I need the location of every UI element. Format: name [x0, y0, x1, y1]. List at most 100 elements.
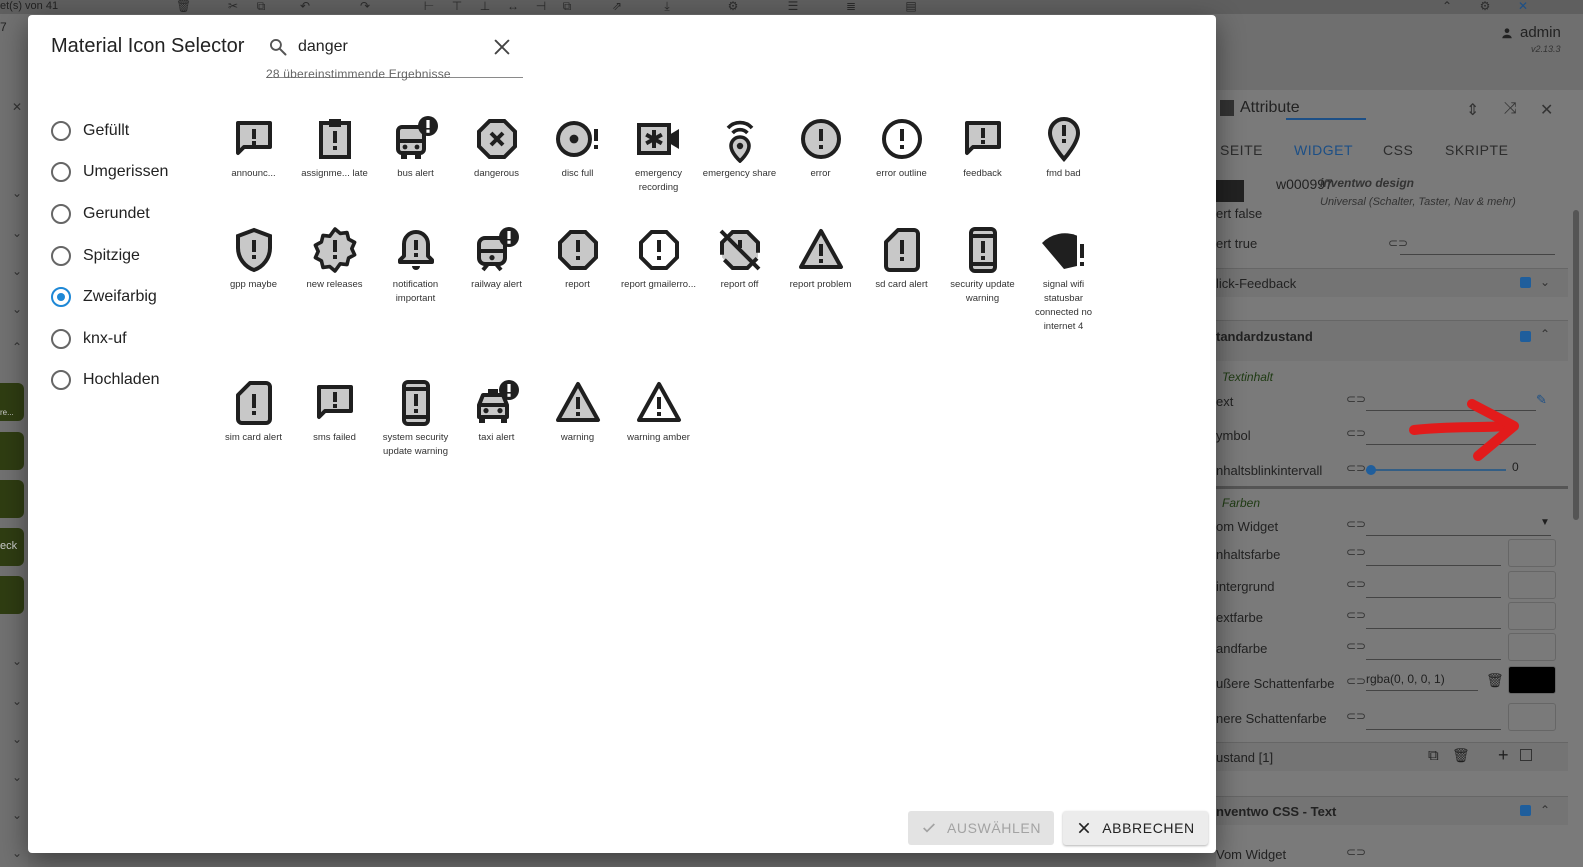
section-klick-feedback[interactable]: lick-Feedback [1216, 276, 1296, 291]
radio-knx-uf[interactable]: knx-uf [51, 318, 168, 360]
checkbox[interactable] [1520, 749, 1532, 761]
file-icon[interactable]: ▤ [904, 0, 918, 12]
tab-skripte[interactable]: SKRIPTE [1445, 142, 1508, 158]
icon-tile-fmd-bad[interactable]: fmd bad [1023, 115, 1104, 181]
chevron-down-icon[interactable]: ⌄ [12, 186, 22, 200]
radio-circle[interactable] [51, 245, 71, 266]
link-icon[interactable]: ⊂⊃ [1346, 639, 1366, 653]
aeussere-schattenfarbe-value[interactable]: rgba(0, 0, 0, 1) [1366, 672, 1445, 686]
icon-tile-error[interactable]: error [780, 115, 861, 181]
chevron-down-icon[interactable]: ⌄ [12, 226, 22, 240]
color-swatch[interactable] [1508, 666, 1556, 694]
icon-tile-dangerous[interactable]: dangerous [456, 115, 537, 181]
icon-tile-warning-amber[interactable]: warning amber [618, 379, 699, 445]
checkbox[interactable] [1520, 331, 1531, 342]
align-left-icon[interactable]: ⊢ [422, 0, 436, 12]
radio-gefuellt[interactable]: Gefüllt [51, 110, 168, 152]
radio-circle[interactable] [51, 203, 71, 224]
icon-tile-error-outline[interactable]: error outline [861, 115, 942, 181]
chevron-down-icon[interactable]: ⌄ [12, 770, 22, 784]
radio-circle[interactable] [51, 120, 71, 141]
link-icon[interactable]: ⊂⊃ [1346, 845, 1366, 859]
link-icon[interactable]: ⊂⊃ [1346, 674, 1366, 688]
chevron-up-icon[interactable]: ⌃ [1440, 0, 1454, 12]
clear-search-icon[interactable] [491, 36, 513, 58]
tab-css[interactable]: CSS [1383, 142, 1413, 158]
user-menu[interactable]: admin [1500, 24, 1561, 41]
align-right-icon[interactable]: ⊣ [534, 0, 548, 12]
add-icon[interactable]: + [1498, 745, 1509, 766]
radio-gerundet[interactable]: Gerundet [51, 193, 168, 235]
color-swatch[interactable] [1508, 571, 1556, 599]
delete-icon[interactable]: 🗑 [176, 0, 191, 12]
radio-circle[interactable] [51, 162, 71, 183]
radio-hochladen[interactable]: Hochladen [51, 360, 168, 402]
icon-tile-report-problem[interactable]: report problem [780, 226, 861, 292]
copy-icon[interactable]: ⧉ [254, 0, 268, 12]
slider-knob[interactable] [1366, 465, 1376, 475]
checkbox[interactable] [1520, 277, 1531, 288]
widget-swatch[interactable] [0, 432, 24, 470]
edit-icon[interactable]: ✎ [1536, 392, 1547, 408]
widget-swatch[interactable]: re... [0, 383, 24, 421]
input-textfarbe[interactable] [1366, 628, 1501, 629]
icon-tile-report[interactable]: report [537, 226, 618, 292]
group-icon[interactable]: ⧉ [560, 0, 574, 12]
icon-tile-report-gmailerrorred[interactable]: report gmailerro... [618, 226, 699, 292]
icon-tile-sim-card-alert[interactable]: sim card alert [213, 379, 294, 445]
collapse-icon[interactable]: ⤨ [1504, 100, 1517, 118]
chevron-down-icon[interactable]: ▼ [1540, 517, 1550, 528]
link-icon[interactable]: ⊂⊃ [1388, 236, 1408, 250]
copy-icon[interactable]: ⧉ [1428, 747, 1439, 764]
input-inhaltsfarbe[interactable] [1366, 565, 1501, 566]
icon-tile-railway-alert[interactable]: railway alert [456, 226, 537, 292]
radio-umgerissen[interactable]: Umgerissen [51, 152, 168, 194]
open-in-new-icon[interactable]: ⇗ [610, 0, 624, 12]
blinkintervall-slider[interactable] [1366, 469, 1506, 471]
widget-swatch[interactable] [0, 576, 24, 614]
align-top-icon[interactable]: ⊤ [450, 0, 464, 12]
list-icon[interactable]: ≣ [844, 0, 858, 12]
widget-swatch[interactable] [0, 480, 24, 518]
chevron-down-icon[interactable]: ⌄ [12, 732, 22, 746]
link-icon[interactable]: ⊂⊃ [1346, 426, 1366, 440]
distribute-icon[interactable]: ↔ [506, 0, 520, 12]
icon-tile-gpp-maybe[interactable]: gpp maybe [213, 226, 294, 292]
input-aeussere-schattenfarbe[interactable] [1366, 690, 1478, 691]
radio-circle[interactable] [51, 328, 71, 349]
redo-icon[interactable]: ↷ [358, 0, 372, 12]
section-standardzustand[interactable]: tandardzustand [1216, 329, 1313, 344]
icon-tile-emergency-share[interactable]: emergency share [699, 115, 780, 181]
link-icon[interactable]: ⊂⊃ [1346, 709, 1366, 723]
download-icon[interactable]: ⤓ [660, 0, 674, 12]
radio-spitzige[interactable]: Spitzige [51, 235, 168, 277]
icon-tile-taxi-alert[interactable]: taxi alert [456, 379, 537, 445]
close-icon[interactable]: ✕ [12, 100, 22, 114]
section-zustand[interactable]: ustand [1] [1216, 750, 1273, 765]
chevron-down-icon[interactable]: ⌄ [12, 264, 22, 278]
panel-scrollbar[interactable] [1573, 210, 1579, 520]
close-icon[interactable]: ✕ [1516, 0, 1530, 12]
cut-icon[interactable]: ✂ [226, 0, 240, 12]
chevron-up-icon[interactable]: ⌃ [1540, 327, 1550, 341]
icon-tile-report-off[interactable]: report off [699, 226, 780, 292]
menu-icon[interactable]: ☰ [786, 0, 800, 12]
link-icon[interactable]: ⊂⊃ [1346, 577, 1366, 591]
icon-tile-signal-wifi-no-internet[interactable]: signal wifi statusbar connected no inter… [1023, 226, 1104, 334]
tab-widget[interactable]: WIDGET [1294, 142, 1353, 158]
link-icon[interactable]: ⊂⊃ [1346, 392, 1366, 406]
icon-tile-sd-card-alert[interactable]: sd card alert [861, 226, 942, 292]
icon-tile-warning[interactable]: warning [537, 379, 618, 445]
search-input[interactable] [298, 35, 478, 59]
color-swatch[interactable] [1508, 539, 1556, 567]
input-wert-true[interactable] [1400, 254, 1555, 255]
tab-seite[interactable]: SEITE [1220, 142, 1263, 158]
link-icon[interactable]: ⊂⊃ [1346, 461, 1366, 475]
icon-tile-system-security-update-warning[interactable]: system security update warning [375, 379, 456, 459]
select-button[interactable]: AUSWÄHLEN [908, 811, 1054, 845]
close-icon[interactable]: ✕ [1540, 100, 1553, 120]
icon-tile-feedback[interactable]: feedback [942, 115, 1023, 181]
checkbox[interactable] [1520, 805, 1531, 816]
radio-circle[interactable] [51, 287, 71, 308]
chevron-down-icon[interactable]: ⌄ [12, 302, 22, 316]
